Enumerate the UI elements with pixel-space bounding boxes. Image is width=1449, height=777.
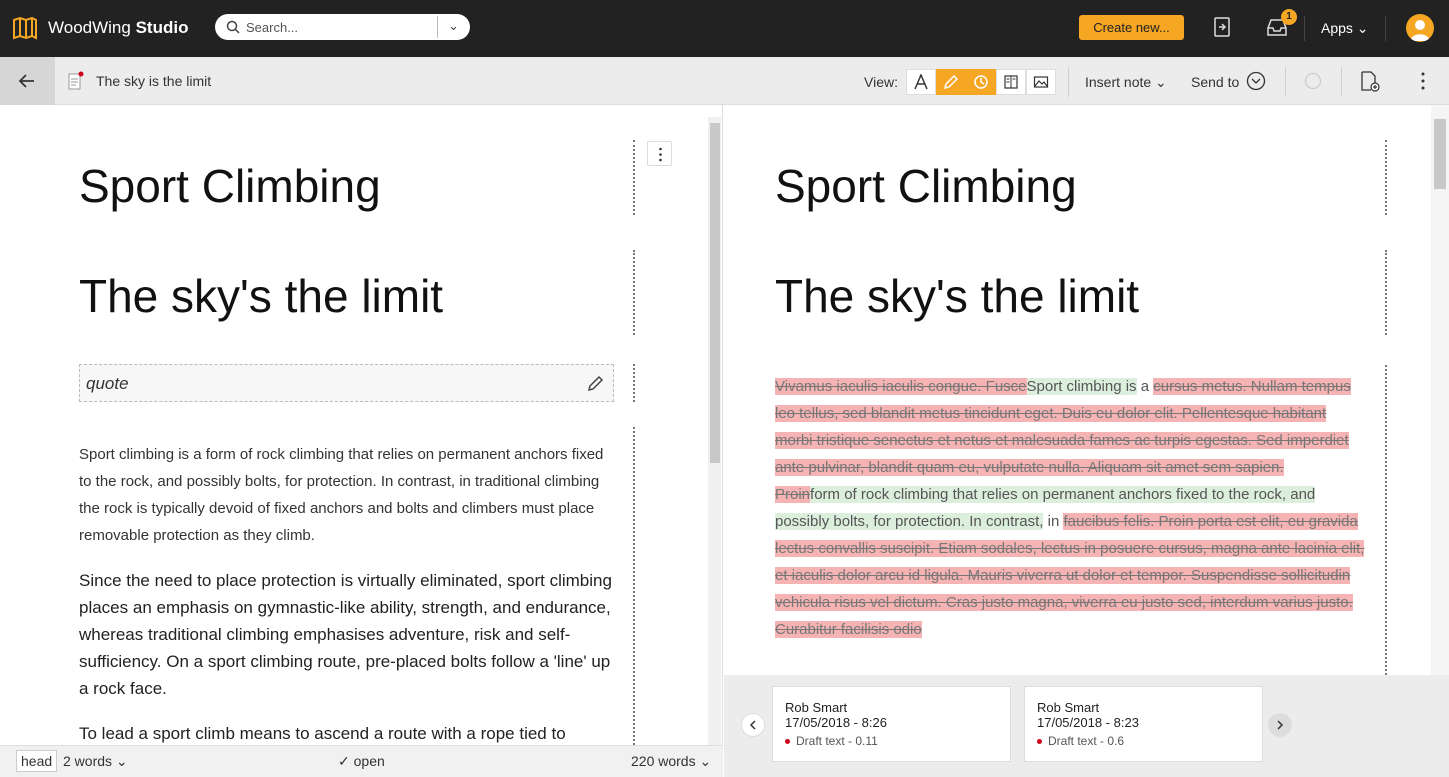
inbox-count-badge: 1 (1281, 9, 1297, 25)
arrow-left-icon (18, 74, 34, 88)
editor-pane: Sport Climbing The sky's the limit quote… (0, 105, 723, 745)
edit-pencil-icon[interactable] (587, 374, 605, 392)
divider (1385, 16, 1386, 41)
component-menu-button[interactable] (647, 141, 672, 166)
view-history-button[interactable] (966, 69, 996, 95)
version-date: 17/05/2018 - 8:23 (1037, 715, 1139, 730)
version-author: Rob Smart (1037, 700, 1100, 715)
view-image-button[interactable] (1026, 69, 1056, 95)
scrollbar-thumb[interactable] (1434, 119, 1446, 189)
open-document-icon[interactable] (1211, 16, 1233, 38)
version-card[interactable]: Rob Smart 17/05/2018 - 8:26 Draft text -… (772, 686, 1011, 762)
create-new-button[interactable]: Create new... (1079, 15, 1184, 40)
component-boundary (633, 250, 635, 335)
diff-paragraph: Vivamus iaculis iaculis congue. FusceSpo… (775, 373, 1365, 643)
status-dot (785, 739, 790, 745)
view-text-button[interactable] (906, 69, 936, 95)
woodwing-logo-icon[interactable] (12, 16, 38, 40)
compare-subhead-text: The sky's the limit (775, 270, 1140, 322)
component-word-count[interactable]: 2 words ⌄ (63, 753, 128, 770)
pencil-icon (943, 74, 959, 90)
body-paragraph[interactable]: Since the need to place protection is vi… (79, 567, 614, 702)
search-icon (226, 20, 240, 34)
send-to-chevron-icon[interactable] (1245, 70, 1267, 92)
deleted-text: faucibus felis. Proin porta est elit, eu… (775, 513, 1365, 638)
send-to-dropdown[interactable]: Send to (1191, 74, 1239, 90)
scrollbar-thumb[interactable] (710, 123, 720, 463)
apps-menu[interactable]: Apps ⌄ (1321, 20, 1369, 37)
search-box[interactable]: Search... ⌄ (215, 14, 470, 40)
inserted-text: Sport climbing is (1026, 378, 1137, 395)
component-boundary (633, 140, 635, 215)
chevron-left-icon (749, 720, 756, 730)
editor-status-bar: head 2 words ⌄ ✓ open 220 words ⌄ (0, 745, 723, 777)
version-status: Draft text - 0.11 (785, 734, 998, 748)
insert-note-dropdown[interactable]: Insert note ⌄ (1085, 74, 1167, 91)
top-bar: WoodWing Studio Search... ⌄ Create new..… (0, 0, 1449, 57)
divider (1068, 67, 1069, 97)
view-mode-group (906, 69, 1056, 95)
total-word-count[interactable]: 220 words ⌄ (631, 753, 711, 770)
view-layout-button[interactable] (996, 69, 1026, 95)
sync-icon[interactable] (1302, 70, 1324, 92)
component-boundary (1385, 140, 1387, 215)
app-brand: WoodWing Studio (48, 18, 189, 37)
back-button[interactable] (0, 57, 55, 105)
version-author: Rob Smart (785, 700, 848, 715)
search-input[interactable]: Search... (246, 20, 298, 35)
quote-field[interactable]: quote (79, 364, 614, 402)
image-icon (1033, 76, 1049, 88)
document-title: The sky is the limit (96, 73, 212, 89)
more-options-icon[interactable] (1412, 70, 1434, 92)
component-boundary (633, 364, 635, 402)
quote-placeholder: quote (86, 374, 129, 393)
compare-pane: Sport Climbing The sky's the limit Vivam… (724, 105, 1449, 675)
next-version-button[interactable] (1268, 713, 1292, 737)
component-boundary (1385, 250, 1387, 335)
pdf-export-icon[interactable] (1359, 70, 1381, 92)
article-head-text[interactable]: Sport Climbing (79, 159, 381, 213)
editor-scrollbar[interactable] (708, 117, 721, 745)
view-label: View: (864, 74, 898, 90)
document-status-icon (68, 71, 84, 90)
more-vertical-icon (659, 147, 662, 162)
version-status: Draft text - 0.6 (1037, 734, 1250, 748)
layout-icon (1004, 75, 1018, 89)
deleted-text: Proin (775, 486, 811, 503)
version-history-bar: Rob Smart 17/05/2018 - 8:26 Draft text -… (724, 675, 1449, 777)
intro-paragraph[interactable]: Sport climbing is a form of rock climbin… (79, 441, 614, 549)
component-boundary (633, 427, 635, 745)
deleted-text: Vivamus iaculis iaculis congue. Fusce (775, 378, 1027, 395)
unchanged-text: a (1136, 378, 1154, 395)
search-divider (437, 16, 438, 38)
divider (1341, 67, 1342, 97)
user-avatar-icon (1410, 20, 1430, 41)
version-date: 17/05/2018 - 8:26 (785, 715, 887, 730)
version-card[interactable]: Rob Smart 17/05/2018 - 8:23 Draft text -… (1024, 686, 1263, 762)
component-tag: head (16, 750, 58, 772)
divider (1304, 16, 1305, 41)
previous-version-button[interactable] (741, 713, 765, 737)
body-paragraph[interactable]: To lead a sport climb means to ascend a … (79, 720, 614, 745)
compare-head-text: Sport Climbing (775, 160, 1077, 212)
document-toolbar: The sky is the limit View: Insert note ⌄… (0, 57, 1449, 105)
component-boundary (1385, 365, 1387, 675)
user-avatar[interactable] (1406, 14, 1434, 42)
compare-scrollbar[interactable] (1431, 105, 1449, 675)
view-track-changes-button[interactable] (936, 69, 966, 95)
article-subhead-text[interactable]: The sky's the limit (79, 269, 443, 323)
text-a-icon (914, 74, 928, 90)
search-options-chevron-icon[interactable]: ⌄ (448, 18, 459, 34)
unchanged-text: in (1043, 513, 1064, 530)
document-state: ✓ open (338, 753, 385, 769)
status-dot (1037, 739, 1042, 745)
history-icon (974, 75, 988, 89)
chevron-right-icon (1277, 720, 1284, 730)
divider (1285, 67, 1286, 97)
